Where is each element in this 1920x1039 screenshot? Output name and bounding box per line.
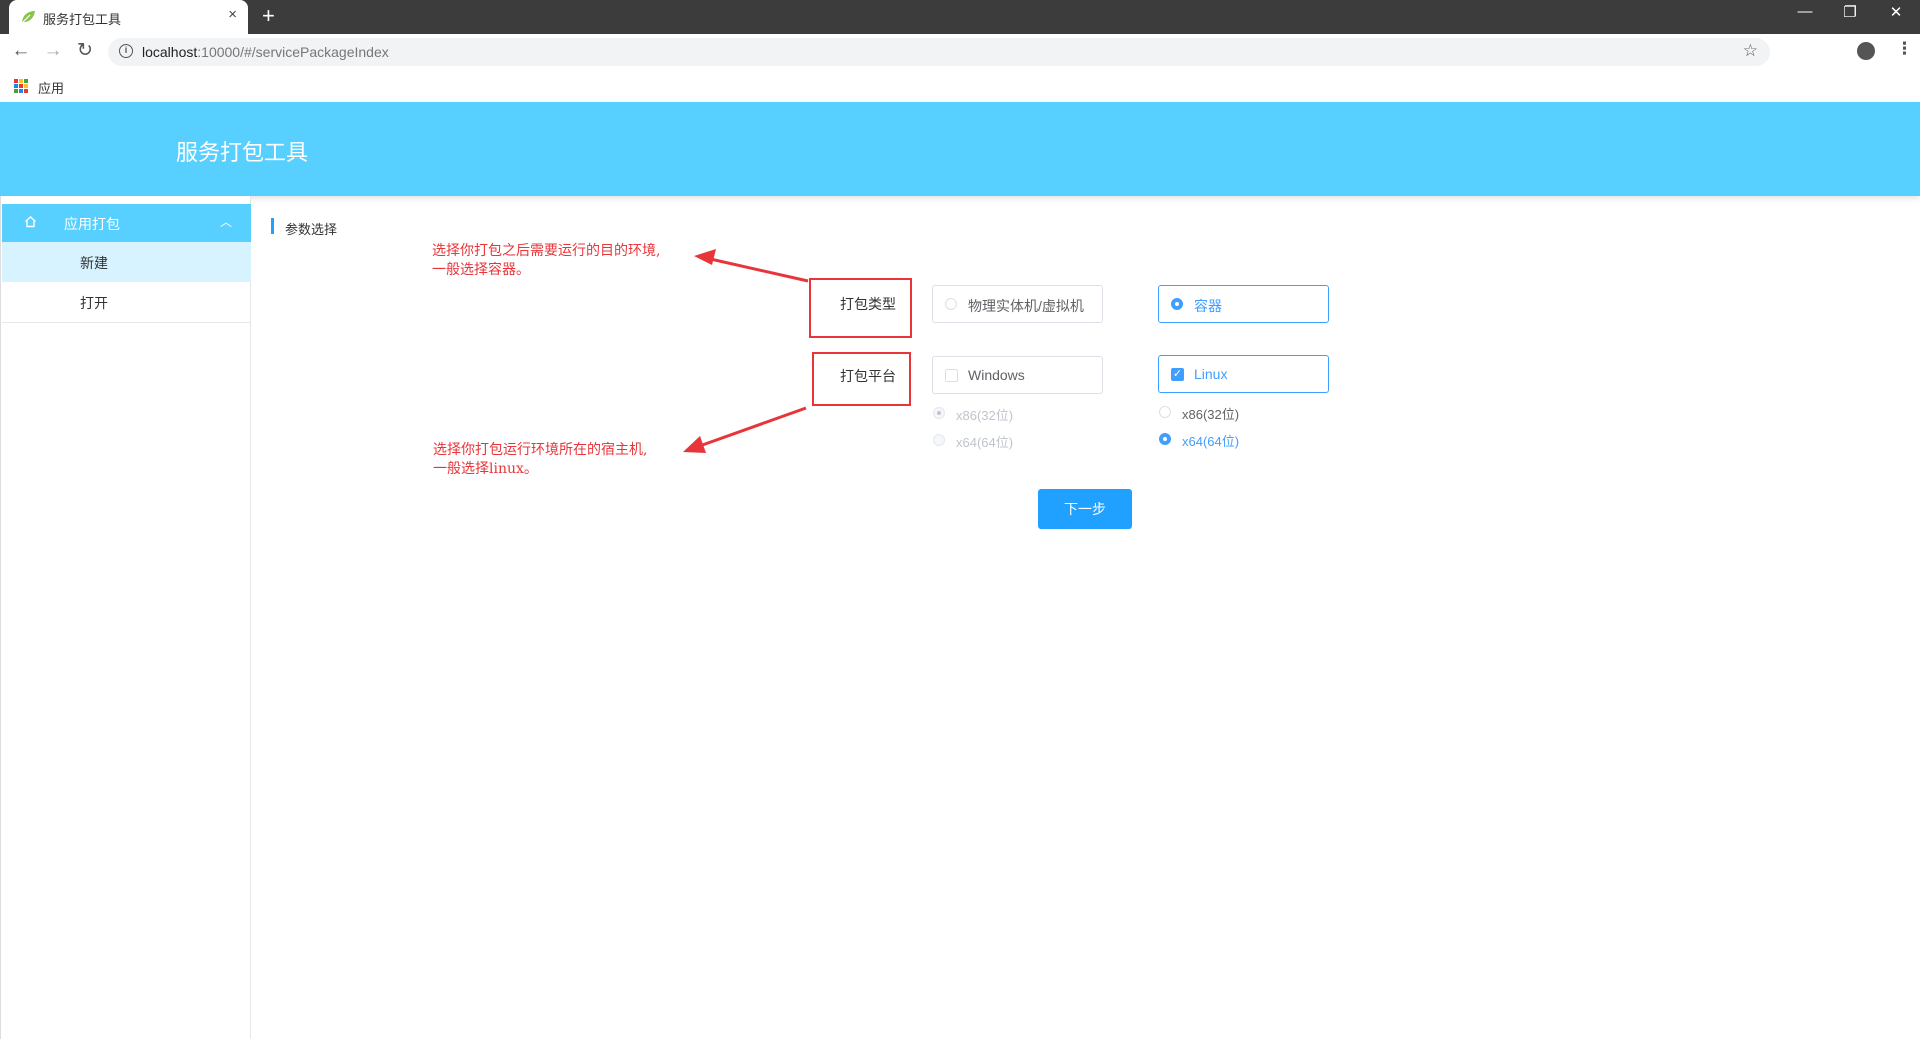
option-label: Windows — [968, 367, 1025, 383]
option-linux[interactable]: ✓ Linux — [1158, 355, 1329, 393]
option-label: 容器 — [1194, 298, 1222, 314]
option-physical-vm[interactable]: 物理实体机/虚拟机 — [932, 285, 1103, 323]
url-path: :10000/#/servicePackageIndex — [197, 44, 389, 60]
address-toolbar: ← → ↻ i localhost:10000/#/servicePackage… — [0, 34, 1920, 70]
menu-group-app-package[interactable]: 应用打包 ︿ — [2, 204, 251, 242]
option-windows[interactable]: Windows — [932, 356, 1103, 394]
reload-icon[interactable]: ↻ — [74, 40, 96, 62]
radio-container[interactable] — [1171, 298, 1183, 310]
forward-arrow-icon[interactable]: → — [42, 40, 64, 62]
apps-grid-icon[interactable] — [14, 79, 28, 93]
annotation-line: 一般选择linux。 — [433, 461, 538, 477]
sidebar-item-open[interactable]: 打开 — [2, 282, 251, 323]
browser-tab-strip: 服务打包工具 × + — ❐ ✕ — [0, 0, 1920, 34]
checkbox-linux-checked-icon[interactable]: ✓ — [1171, 368, 1184, 381]
url-host: localhost — [142, 44, 198, 60]
annotation-line: 选择你打包运行环境所在的宿主机, — [433, 442, 648, 458]
radio-physical-vm[interactable] — [945, 298, 957, 310]
radio-windows-x64 — [933, 434, 945, 446]
annotation-box-package-type — [809, 278, 912, 338]
restore-button[interactable]: ❐ — [1838, 3, 1862, 21]
address-bar[interactable]: i localhost:10000/#/servicePackageIndex … — [108, 38, 1770, 66]
annotation-type-note: 选择你打包之后需要运行的目的环境, 一般选择容器。 — [432, 242, 660, 280]
profile-avatar-icon[interactable] — [1857, 42, 1875, 60]
radio-linux-x64[interactable] — [1159, 433, 1171, 445]
chevron-up-icon[interactable]: ︿ — [220, 213, 232, 230]
sidebar-item-label: 新建 — [80, 255, 108, 271]
home-icon — [25, 216, 36, 228]
section-title: 参数选择 — [285, 222, 338, 237]
annotation-platform-note: 选择你打包运行环境所在的宿主机, 一般选择linux。 — [433, 441, 647, 479]
tab-title: 服务打包工具 — [43, 12, 122, 27]
annotation-line: 选择你打包之后需要运行的目的环境, — [432, 243, 661, 259]
url-text[interactable]: localhost:10000/#/servicePackageIndex — [142, 44, 389, 60]
option-label: 物理实体机/虚拟机 — [968, 298, 1084, 314]
app-header: 服务打包工具 — [0, 102, 1920, 196]
section-accent-bar — [271, 218, 274, 234]
checkbox-windows[interactable] — [945, 369, 958, 382]
info-icon[interactable]: i — [119, 44, 133, 58]
next-step-button[interactable]: 下一步 — [1038, 489, 1132, 529]
option-label: Linux — [1194, 366, 1228, 382]
new-tab-button[interactable]: + — [262, 4, 275, 28]
windows-x86-label: x86(32位) — [956, 408, 1014, 423]
back-arrow-icon[interactable]: ← — [10, 40, 32, 62]
sidebar-item-label: 打开 — [80, 295, 108, 311]
annotation-line: 一般选择容器。 — [432, 262, 530, 278]
windows-x64-label: x64(64位) — [956, 435, 1014, 450]
arrow-to-platform-note — [683, 406, 807, 453]
menu-group-label: 应用打包 — [64, 216, 120, 232]
app-title: 服务打包工具 — [176, 140, 309, 165]
linux-x64-label[interactable]: x64(64位) — [1182, 431, 1239, 450]
browser-tab[interactable]: 服务打包工具 × — [9, 0, 248, 34]
sidebar: 应用打包 ︿ 新建 打开 — [0, 196, 251, 1039]
radio-windows-x86 — [933, 407, 945, 419]
bookmarks-bar: 应用 — [0, 70, 1920, 103]
bookmark-star-icon[interactable]: ☆ — [1743, 41, 1758, 61]
sidebar-item-new[interactable]: 新建 — [2, 242, 251, 282]
linux-x86-label[interactable]: x86(32位) — [1182, 404, 1239, 423]
leaf-favicon-icon — [21, 11, 35, 24]
option-container[interactable]: 容器 — [1158, 285, 1329, 323]
bookmark-apps-label[interactable]: 应用 — [38, 78, 64, 97]
tab-close-icon[interactable]: × — [228, 6, 237, 23]
minimize-button[interactable]: — — [1793, 3, 1817, 20]
annotation-box-package-platform — [812, 352, 911, 406]
browser-menu-icon[interactable]: ⋮ — [1896, 39, 1913, 59]
close-window-button[interactable]: ✕ — [1884, 3, 1908, 21]
radio-linux-x86[interactable] — [1159, 406, 1171, 418]
arrow-to-type-note — [694, 249, 809, 283]
